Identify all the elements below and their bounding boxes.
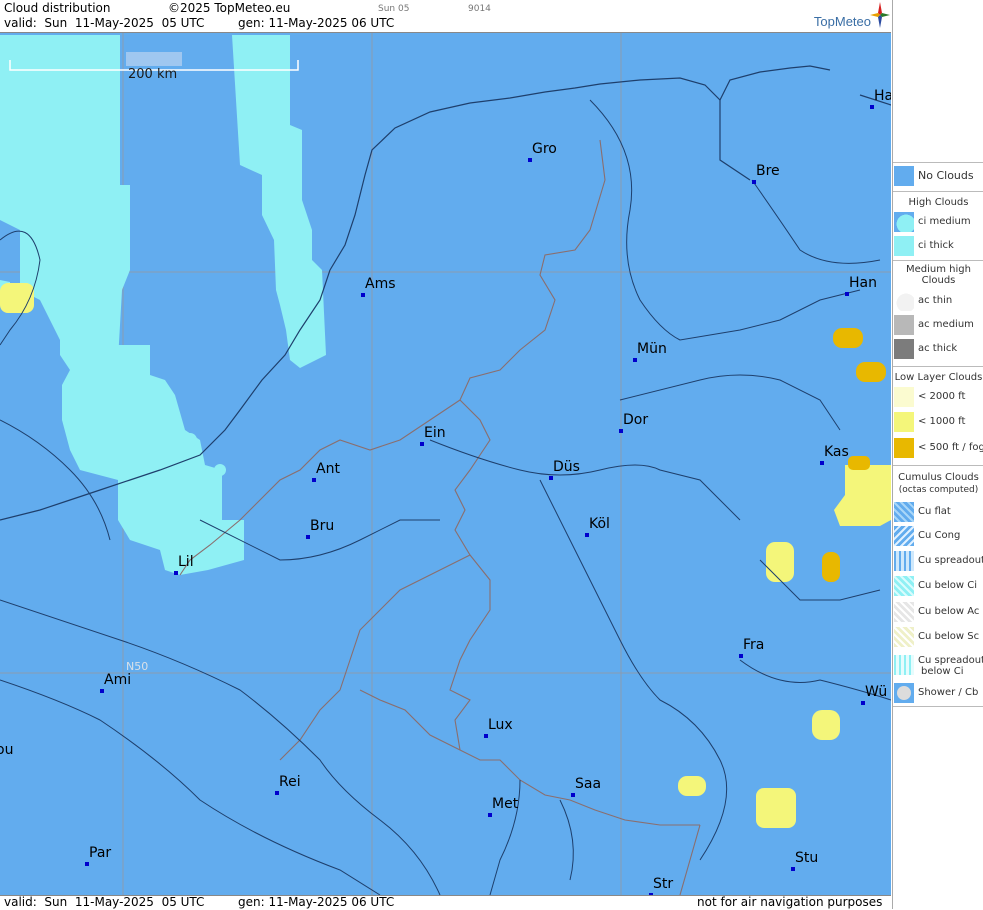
city-name: Dor xyxy=(623,412,649,428)
city-dot-icon xyxy=(174,571,178,575)
city-dot-icon xyxy=(845,292,849,296)
city-name: Bru xyxy=(310,518,335,534)
city-name: Ein xyxy=(424,425,446,441)
city-dot-icon xyxy=(861,701,865,705)
legend-panel: No Clouds High Clouds ci medium ci thick… xyxy=(892,0,983,909)
city-name: Han xyxy=(849,275,877,291)
legend-medium-heading: Medium high Clouds xyxy=(906,264,971,286)
legend-ac-medium: ac medium xyxy=(893,314,983,336)
scale-label: 200 km xyxy=(128,67,178,82)
legend-cu-below-ci: Cu below Ci xyxy=(893,575,983,597)
city-dot-icon xyxy=(791,867,795,871)
city-dot-icon xyxy=(312,478,316,482)
legend-cu-spreadout: Cu spreadout xyxy=(893,550,983,572)
legend-cu-below-ac: Cu below Ac xyxy=(893,601,983,623)
ci-cloud-areas xyxy=(0,35,326,575)
city-name: Rei xyxy=(279,774,301,790)
city-name: Fra xyxy=(743,637,765,653)
city-name: Ami xyxy=(104,672,132,688)
city-dot-icon xyxy=(585,533,589,537)
city-name: Lil xyxy=(178,554,194,570)
legend-cu-spreadout-below-ci: Cu spreadout below Ci xyxy=(893,652,983,678)
city-name: Stu xyxy=(795,850,819,866)
city-name: Par xyxy=(89,845,112,861)
country-borders xyxy=(179,139,701,895)
compass-star-icon xyxy=(870,2,890,28)
city-name: Ha xyxy=(874,88,891,104)
legend-low-500-fog: < 500 ft / fog xyxy=(893,437,983,459)
legend-low-heading: Low Layer Clouds xyxy=(894,372,983,383)
legend-ac-thick: ac thick xyxy=(893,338,983,360)
header-bar: Cloud distribution ©2025 TopMeteo.eu Sun… xyxy=(0,0,891,33)
topmeteo-logo: TopMeteo xyxy=(813,14,871,29)
legend-shower-cb: Shower / Cb xyxy=(893,682,983,704)
legend-no-clouds: No Clouds xyxy=(893,165,983,187)
city-dot-icon xyxy=(306,535,310,539)
legend-cu-flat: Cu flat xyxy=(893,501,983,523)
city-name: Düs xyxy=(553,459,580,475)
legend-low-2000: < 2000 ft xyxy=(893,386,983,408)
city-dot-icon xyxy=(549,476,553,480)
city-dot-icon xyxy=(100,689,104,693)
city-dot-icon xyxy=(361,293,365,297)
city-dot-icon xyxy=(820,461,824,465)
time-slot: Sun 05 xyxy=(378,4,410,14)
city-name: Gro xyxy=(532,141,557,157)
product-title: Cloud distribution xyxy=(4,1,111,15)
footer-bar: valid: Sun 11-May-2025 05 UTC gen: 11-Ma… xyxy=(0,895,891,910)
city-name: Met xyxy=(492,796,519,812)
legend-cu-cong: Cu Cong xyxy=(893,525,983,547)
city-dot-icon xyxy=(752,180,756,184)
city-dot-icon xyxy=(484,734,488,738)
city-dot-icon xyxy=(633,358,637,362)
city-name: ou xyxy=(0,742,14,758)
legend-cumulus-heading: Cumulus Clouds xyxy=(898,472,979,483)
legend-ci-medium: ci medium xyxy=(893,211,983,233)
city-dot-icon xyxy=(420,442,424,446)
valid-time: valid: Sun 11-May-2025 05 UTC xyxy=(4,16,205,30)
city-dot-icon xyxy=(488,813,492,817)
run-code: 9014 xyxy=(468,4,491,14)
disclaimer: not for air navigation purposes xyxy=(697,895,883,909)
legend-ci-thick: ci thick xyxy=(893,235,983,257)
city-dot-icon xyxy=(571,793,575,797)
city-name: Lux xyxy=(488,717,513,733)
city-name: Saa xyxy=(575,776,602,792)
city-name: Kas xyxy=(824,444,849,460)
legend-ac-thin: ac thin xyxy=(893,290,983,312)
city-dot-icon xyxy=(739,654,743,658)
legend-cumulus-subheading: (octas computed) xyxy=(898,485,979,495)
city-name: Wü xyxy=(865,684,888,700)
footer-generated-time: gen: 11-May-2025 06 UTC xyxy=(238,895,395,909)
city-dot-icon xyxy=(275,791,279,795)
city-dot-icon xyxy=(619,429,623,433)
city-name: Ams xyxy=(365,276,396,292)
footer-valid-time: valid: Sun 11-May-2025 05 UTC xyxy=(4,895,205,909)
city-dot-icon xyxy=(85,862,89,866)
legend-cu-below-sc: Cu below Sc xyxy=(893,626,983,648)
city-name: Mün xyxy=(637,341,667,357)
city-name: Ant xyxy=(316,461,340,477)
city-dot-icon xyxy=(870,105,874,109)
cloud-map[interactable]: 200 km N50 Ha Gro Bre Ams Han Mün Dor Ein Kas Düs… xyxy=(0,33,891,895)
legend-high-heading: High Clouds xyxy=(908,197,969,208)
city-name: Köl xyxy=(589,516,610,532)
legend-low-1000: < 1000 ft xyxy=(893,411,983,433)
generated-time: gen: 11-May-2025 06 UTC xyxy=(238,16,395,30)
copyright: ©2025 TopMeteo.eu xyxy=(168,1,291,15)
city-name: Str xyxy=(653,876,674,892)
city-dot-icon xyxy=(528,158,532,162)
city-name: Bre xyxy=(756,163,780,179)
